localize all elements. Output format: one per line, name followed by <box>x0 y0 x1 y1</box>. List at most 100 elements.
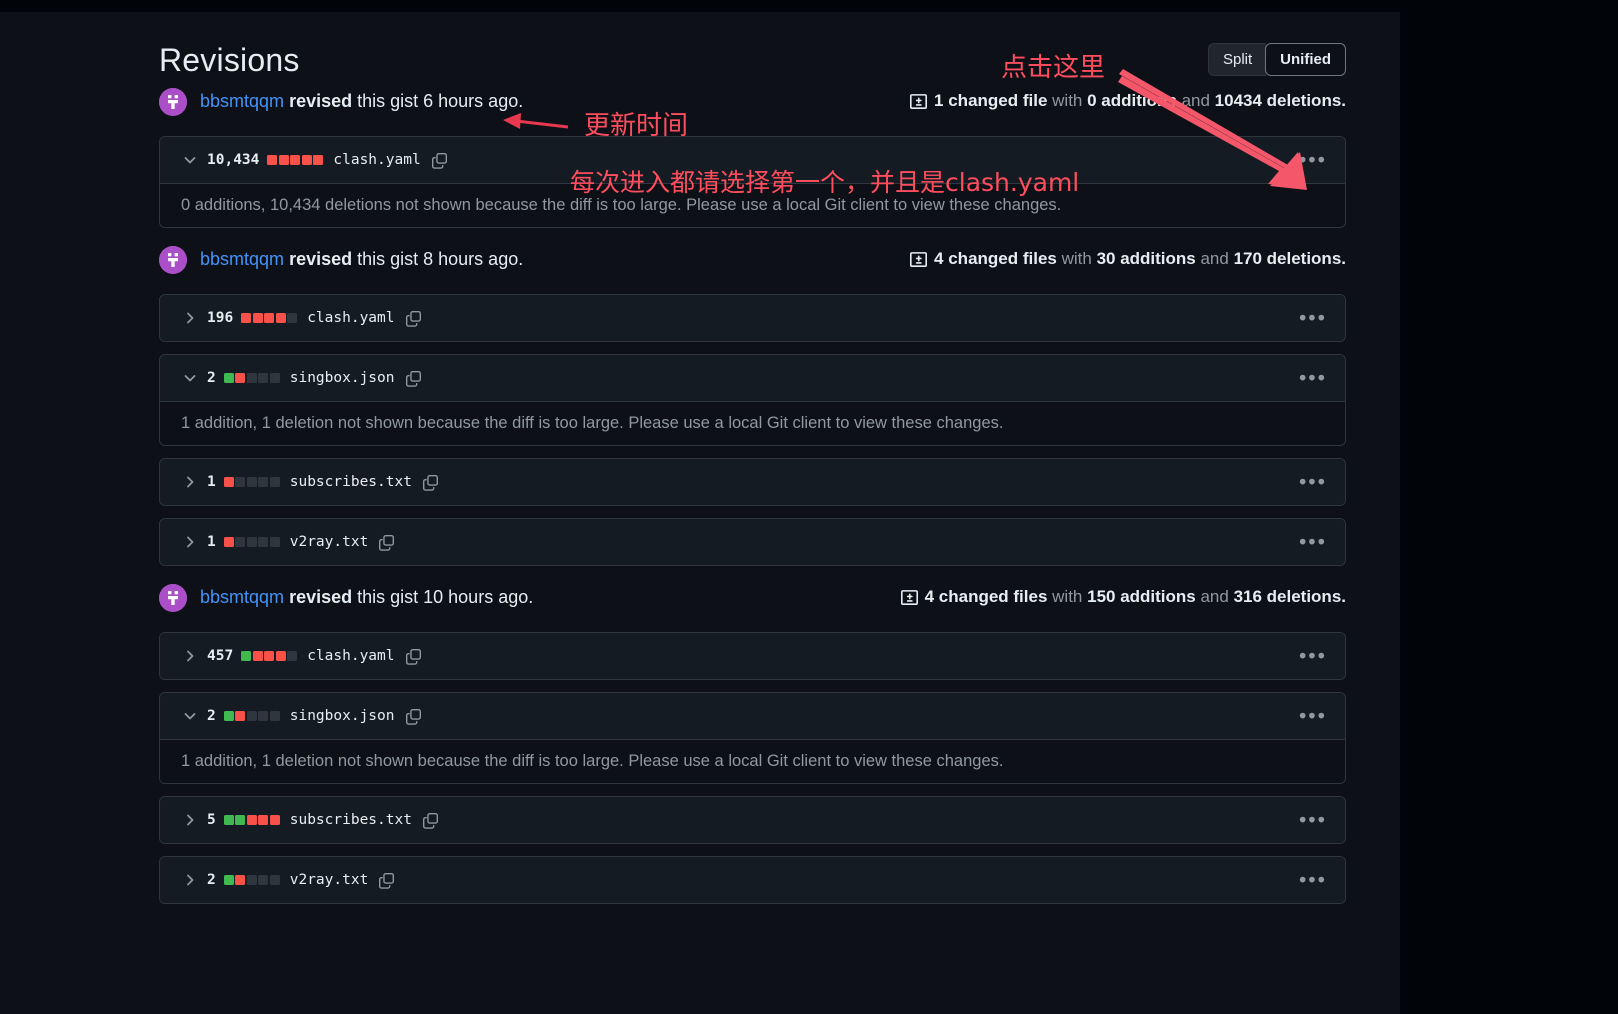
file-actions-menu-button[interactable]: ••• <box>1299 472 1327 493</box>
additions-count: 150 additions <box>1087 587 1196 606</box>
file-actions-menu-button[interactable]: ••• <box>1299 870 1327 891</box>
chevron-down-icon[interactable] <box>181 707 199 725</box>
chevron-right-icon[interactable] <box>181 533 199 551</box>
diff-block-del <box>269 815 280 825</box>
revision-middle-text: this gist <box>352 587 424 607</box>
diff-stat-blocks <box>267 155 324 165</box>
diff-block-add <box>223 815 234 825</box>
revisions-content: Revisions Split Unified bbsmtqqm revised… <box>0 12 1400 1014</box>
revision-header: bbsmtqqm revised this gist 10 hours ago.… <box>159 578 1346 624</box>
file-diff-card: 2 singbox.json ••• 1 addition, 1 deletion n… <box>159 354 1346 446</box>
file-actions-menu-button[interactable]: ••• <box>1299 308 1327 329</box>
copy-path-icon[interactable] <box>405 708 422 725</box>
diff-block-del <box>275 313 286 323</box>
revision-diffstat: 1 changed file with 0 additions and 1043… <box>910 91 1346 111</box>
avatar <box>159 88 187 116</box>
diff-block-del <box>223 537 234 547</box>
changed-lines-count: 1 <box>207 474 216 490</box>
diff-block-del <box>252 313 263 323</box>
file-diff-card: 2 singbox.json ••• 1 addition, 1 deletion n… <box>159 692 1346 784</box>
file-diff-card: 457 clash.yaml ••• <box>159 632 1346 680</box>
file-diff-row[interactable]: 2 v2ray.txt ••• <box>160 857 1345 903</box>
diff-stat-blocks <box>223 711 280 721</box>
copy-path-icon[interactable] <box>378 872 395 889</box>
chevron-right-icon[interactable] <box>181 309 199 327</box>
file-name[interactable]: singbox.json <box>290 708 395 724</box>
file-diff-row[interactable]: 1 v2ray.txt ••• <box>160 519 1345 565</box>
file-name[interactable]: clash.yaml <box>333 152 420 168</box>
diff-block-del <box>264 313 275 323</box>
file-diff-row[interactable]: 457 clash.yaml ••• <box>160 633 1345 679</box>
revision-diffstat: 4 changed files with 30 additions and 17… <box>910 249 1346 269</box>
changed-lines-count: 1 <box>207 534 216 550</box>
deletions-count: 170 deletions. <box>1233 249 1346 268</box>
copy-path-icon[interactable] <box>422 474 439 491</box>
file-actions-menu-button[interactable]: ••• <box>1299 646 1327 667</box>
file-diff-card: 1 subscribes.txt ••• <box>159 458 1346 506</box>
additions-count: 0 additions <box>1087 91 1177 110</box>
file-name[interactable]: subscribes.txt <box>290 474 412 490</box>
diffstat-and: and <box>1195 587 1234 606</box>
diff-block-add <box>223 373 234 383</box>
file-actions-menu-button[interactable]: ••• <box>1299 532 1327 553</box>
diffstat-with: with <box>1056 249 1097 268</box>
copy-path-icon[interactable] <box>431 152 448 169</box>
diff-block-neu <box>258 875 269 885</box>
unified-view-button[interactable]: Unified <box>1265 43 1346 76</box>
file-diff-row[interactable]: 1 subscribes.txt ••• <box>160 459 1345 505</box>
changed-files-count: 4 changed files <box>924 587 1048 606</box>
author-link[interactable]: bbsmtqqm <box>200 587 284 607</box>
split-view-button[interactable]: Split <box>1207 43 1267 76</box>
file-diff-row[interactable]: 2 singbox.json ••• <box>160 355 1345 401</box>
copy-path-icon[interactable] <box>422 812 439 829</box>
chevron-right-icon[interactable] <box>181 647 199 665</box>
diff-block-neu <box>269 477 280 487</box>
diff-block-neu <box>269 711 280 721</box>
diff-block-neu <box>287 313 298 323</box>
file-actions-menu-button[interactable]: ••• <box>1299 368 1327 389</box>
chevron-down-icon[interactable] <box>181 151 199 169</box>
chevron-down-icon[interactable] <box>181 369 199 387</box>
file-name[interactable]: singbox.json <box>290 370 395 386</box>
revision-timestamp: 10 hours ago. <box>423 587 534 607</box>
chevron-right-icon[interactable] <box>181 811 199 829</box>
file-actions-menu-button[interactable]: ••• <box>1299 810 1327 831</box>
file-name[interactable]: v2ray.txt <box>290 872 369 888</box>
diff-block-del <box>223 477 234 487</box>
diff-block-del <box>290 155 301 165</box>
file-diff-row[interactable]: 5 subscribes.txt ••• <box>160 797 1345 843</box>
copy-path-icon[interactable] <box>378 534 395 551</box>
revision-action: revised <box>289 587 353 607</box>
file-diff-row[interactable]: 196 clash.yaml ••• <box>160 295 1345 341</box>
file-diff-row[interactable]: 10,434 clash.yaml ••• <box>160 137 1345 183</box>
revision-meta: bbsmtqqm revised this gist 10 hours ago. <box>200 587 533 608</box>
file-name[interactable]: clash.yaml <box>307 648 394 664</box>
diff-block-del <box>313 155 324 165</box>
diff-block-neu <box>246 711 257 721</box>
diff-too-large-message: 0 additions, 10,434 deletions not shown … <box>160 183 1345 227</box>
copy-path-icon[interactable] <box>405 310 422 327</box>
gist-revisions-page: Revisions Split Unified bbsmtqqm revised… <box>0 0 1618 1014</box>
diff-stat-blocks <box>223 875 280 885</box>
chevron-right-icon[interactable] <box>181 473 199 491</box>
author-link[interactable]: bbsmtqqm <box>200 91 284 111</box>
file-actions-menu-button[interactable]: ••• <box>1299 150 1327 171</box>
chevron-right-icon[interactable] <box>181 871 199 889</box>
revision-meta: bbsmtqqm revised this gist 8 hours ago. <box>200 249 523 270</box>
revision-action: revised <box>289 249 353 269</box>
diff-block-neu <box>246 373 257 383</box>
file-name[interactable]: v2ray.txt <box>290 534 369 550</box>
page-header: Revisions Split Unified <box>0 12 1400 82</box>
file-diff-row[interactable]: 2 singbox.json ••• <box>160 693 1345 739</box>
author-link[interactable]: bbsmtqqm <box>200 249 284 269</box>
file-name[interactable]: subscribes.txt <box>290 812 412 828</box>
file-actions-menu-button[interactable]: ••• <box>1299 706 1327 727</box>
diff-block-neu <box>246 537 257 547</box>
file-name[interactable]: clash.yaml <box>307 310 394 326</box>
revision-meta: bbsmtqqm revised this gist 6 hours ago. <box>200 91 523 112</box>
changed-lines-count: 2 <box>207 370 216 386</box>
diff-stat-blocks <box>241 651 298 661</box>
copy-path-icon[interactable] <box>405 648 422 665</box>
copy-path-icon[interactable] <box>405 370 422 387</box>
diff-block-del <box>278 155 289 165</box>
